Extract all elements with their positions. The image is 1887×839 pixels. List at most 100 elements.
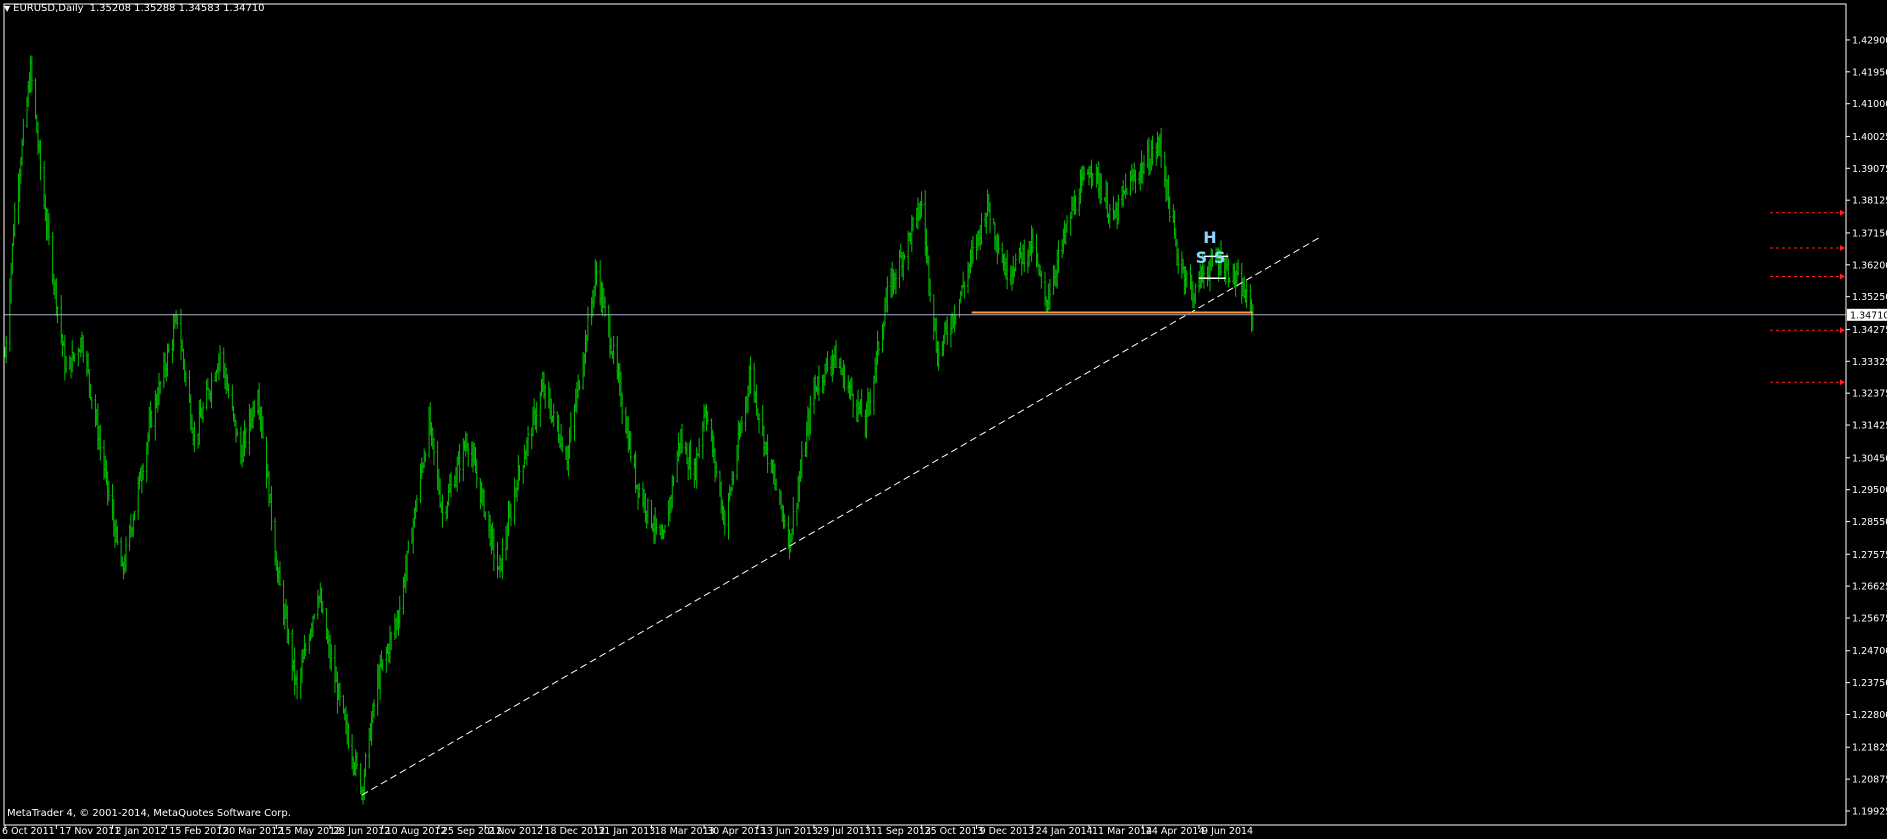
price-bar <box>1141 162 1144 185</box>
price-bar <box>541 371 544 393</box>
price-bar <box>337 682 340 701</box>
dashed-marker[interactable] <box>1770 327 1845 334</box>
x-tick-label: 10 Aug 2012 <box>386 826 447 837</box>
price-bar <box>355 752 358 770</box>
price-bar <box>150 410 153 429</box>
price-bar <box>507 500 510 536</box>
price-bar <box>706 411 709 425</box>
price-bar <box>467 442 470 467</box>
price-bar <box>822 374 825 394</box>
price-bar <box>582 351 585 390</box>
price-bar <box>243 420 246 457</box>
price-bar <box>547 381 550 409</box>
price-bar <box>77 347 80 367</box>
price-bar <box>346 714 349 745</box>
price-bar <box>242 430 245 463</box>
price-bar <box>217 353 220 381</box>
time-axis[interactable]: 6 Oct 2011 17 Nov 20112 Jan 2012 15 Feb 20… <box>2 825 1253 837</box>
price-bar <box>300 649 303 684</box>
price-bar <box>903 254 906 260</box>
price-bar <box>960 284 963 296</box>
price-bar <box>814 374 817 400</box>
price-bar <box>1029 241 1032 256</box>
price-bar <box>612 335 615 365</box>
chart-symbol-title: EURUSD,Daily <box>13 3 84 14</box>
pattern-label[interactable]: S <box>1214 248 1226 267</box>
price-bar <box>17 173 20 225</box>
price-bar <box>1172 204 1175 224</box>
price-bar <box>1198 271 1200 293</box>
price-bar <box>849 378 852 401</box>
price-bar <box>886 276 889 313</box>
price-bar <box>302 648 305 663</box>
price-bar <box>1237 259 1240 276</box>
price-bar <box>718 470 721 497</box>
uptrend-line[interactable] <box>361 237 1320 796</box>
dashed-marker[interactable] <box>1770 209 1845 216</box>
price-axis[interactable]: 1.42900 1.41950 1.41000 1.40025 1.39075 1.381… <box>1846 35 1887 818</box>
dashed-marker[interactable] <box>1770 379 1845 386</box>
price-bar <box>1018 247 1021 264</box>
price-bar <box>527 426 530 457</box>
price-bar <box>479 477 482 510</box>
price-bar <box>890 267 893 299</box>
price-bar <box>891 261 894 298</box>
y-tick-label: 1.25675 <box>1852 614 1887 625</box>
y-tick-label: 1.27575 <box>1852 550 1887 561</box>
price-bar <box>723 509 726 536</box>
dashed-marker[interactable] <box>1770 245 1845 252</box>
price-bar <box>535 402 538 433</box>
price-bar <box>140 465 143 494</box>
price-bar <box>1158 133 1161 157</box>
x-tick-label: 15 May 2012 <box>279 826 341 837</box>
price-bar <box>744 396 747 432</box>
price-bar <box>926 245 929 266</box>
price-bar <box>1232 263 1235 285</box>
price-bar <box>173 313 176 329</box>
price-bar <box>260 406 263 439</box>
price-bar <box>645 510 648 529</box>
price-bar <box>403 573 406 589</box>
pattern-label[interactable]: H <box>1203 228 1216 247</box>
price-bar <box>429 402 432 436</box>
price-bar <box>277 567 280 586</box>
price-bar <box>18 168 21 203</box>
price-bar <box>244 427 247 449</box>
price-bar <box>505 525 508 561</box>
price-bar <box>1061 239 1064 259</box>
price-bar <box>1083 166 1086 181</box>
dashed-marker[interactable] <box>1770 273 1845 280</box>
price-bar <box>10 262 13 304</box>
price-bar <box>1080 166 1083 193</box>
price-bar <box>641 482 644 508</box>
price-bar <box>1249 284 1252 313</box>
price-bar <box>984 212 987 228</box>
price-bar <box>764 441 767 456</box>
price-bar <box>412 518 415 554</box>
price-bar <box>868 391 871 417</box>
price-bar <box>293 647 296 695</box>
price-bar <box>693 458 696 489</box>
price-bar <box>329 634 332 670</box>
price-bar <box>304 643 307 656</box>
price-bar <box>976 231 979 251</box>
price-bar <box>1089 165 1092 178</box>
pattern-label[interactable]: S <box>1196 248 1208 267</box>
price-bar <box>1035 233 1038 268</box>
price-bar <box>205 379 208 410</box>
chart-header: ▼ EURUSD,Daily 1.35208 1.35288 1.34583 1.3… <box>4 3 265 14</box>
chart-window[interactable]: SHS 1.429001.419501.410001.400251.390751… <box>0 0 1887 839</box>
price-bar <box>672 475 675 487</box>
price-bar <box>1176 238 1179 266</box>
price-bar <box>138 471 141 490</box>
price-bar <box>681 423 684 454</box>
price-bar <box>270 485 273 531</box>
price-bar <box>1200 266 1203 288</box>
price-bar <box>60 294 63 345</box>
price-chart[interactable]: SHS 1.429001.419501.410001.400251.390751… <box>0 0 1887 839</box>
chart-menu-arrow-icon[interactable]: ▼ <box>4 4 10 13</box>
price-bar <box>635 484 638 490</box>
y-tick-label: 1.38125 <box>1852 196 1887 207</box>
price-bar <box>155 393 158 409</box>
price-bar <box>1073 189 1076 216</box>
